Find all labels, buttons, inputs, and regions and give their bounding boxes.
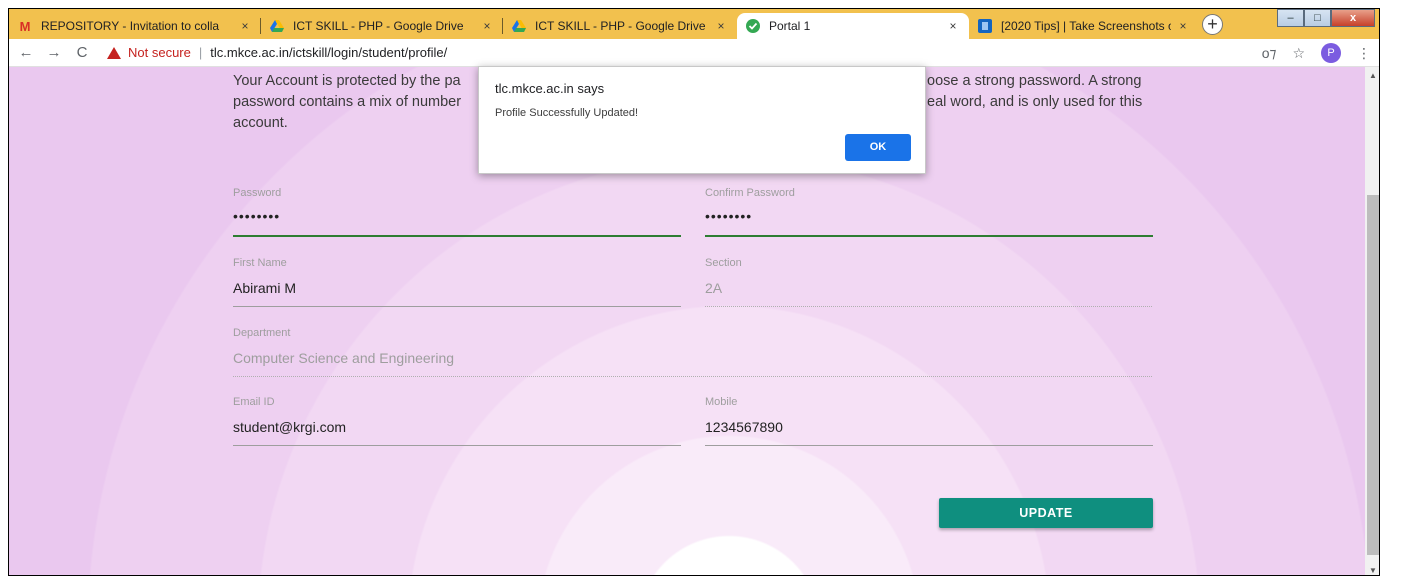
notice-line1-right: oose a strong password. A strong (927, 73, 1142, 89)
site-icon (977, 18, 993, 34)
dialog-message: Profile Successfully Updated! (495, 107, 639, 119)
section-underline (705, 306, 1153, 307)
ok-button[interactable]: OK (845, 134, 911, 161)
tab-label: ICT SKILL - PHP - Google Drive (535, 19, 706, 33)
password-field[interactable]: Password •••••••• (233, 187, 681, 247)
security-indicator[interactable]: Not secure | (107, 45, 210, 60)
email-underline (233, 445, 681, 446)
close-icon[interactable]: × (237, 19, 253, 33)
confirm-password-underline (705, 235, 1153, 237)
google-drive-icon (269, 18, 285, 34)
section-value: 2A (705, 280, 723, 296)
check-circle-icon (745, 18, 761, 34)
window-controls: – □ x (1277, 9, 1375, 27)
scroll-up-icon[interactable]: ▲ (1369, 71, 1377, 80)
alert-dialog: tlc.mkce.ac.in says Profile Successfully… (478, 66, 926, 174)
key-icon[interactable]: o⁊ (1262, 45, 1277, 62)
section-label: Section (705, 257, 742, 269)
first-name-value[interactable]: Abirami M (233, 280, 296, 296)
page-scrollbar[interactable]: ▲ ▼ (1365, 67, 1379, 575)
notice-line1-left: Your Account is protected by the pa (233, 73, 461, 89)
first-name-field[interactable]: First Name Abirami M (233, 257, 681, 317)
notice-line2-left: password contains a mix of number (233, 94, 462, 110)
url-separator: | (198, 45, 203, 60)
gmail-icon: M (19, 18, 31, 34)
email-value[interactable]: student@krgi.com (233, 419, 346, 435)
password-value[interactable]: •••••••• (233, 208, 280, 224)
tab-screenshots[interactable]: [2020 Tips] | Take Screenshots o × (969, 13, 1199, 39)
reload-icon[interactable]: C (71, 44, 93, 61)
email-label: Email ID (233, 396, 275, 408)
google-drive-icon (511, 18, 527, 34)
browser-toolbar: ← → C Not secure | tlc.mkce.ac.in/ictski… (9, 39, 1379, 67)
department-value: Computer Science and Engineering (233, 350, 455, 366)
tab-label: [2020 Tips] | Take Screenshots o (1001, 19, 1171, 33)
department-underline (233, 376, 1153, 377)
scroll-down-icon[interactable]: ▼ (1369, 566, 1377, 575)
close-icon[interactable]: × (713, 19, 729, 33)
dialog-title: tlc.mkce.ac.in says (495, 81, 605, 96)
first-name-underline (233, 306, 681, 307)
back-arrow-icon[interactable]: ← (15, 44, 37, 61)
window-close-button[interactable]: x (1331, 9, 1375, 27)
tab-drive-1[interactable]: ICT SKILL - PHP - Google Drive × (261, 13, 503, 39)
warning-icon (107, 46, 121, 59)
first-name-label: First Name (233, 257, 287, 269)
notice-line2-right: eal word, and is only used for this (927, 94, 1143, 110)
address-bar[interactable]: tlc.mkce.ac.in/ictskill/login/student/pr… (210, 45, 447, 60)
update-button[interactable]: UPDATE (939, 498, 1153, 528)
new-tab-button[interactable]: + (1202, 14, 1223, 35)
close-icon[interactable]: × (1175, 19, 1191, 33)
password-label: Password (233, 187, 282, 199)
tab-gmail[interactable]: M REPOSITORY - Invitation to colla × (9, 13, 261, 39)
email-field[interactable]: Email ID student@krgi.com (233, 396, 681, 456)
scroll-thumb[interactable] (1367, 195, 1379, 555)
security-label: Not secure (128, 45, 191, 60)
confirm-password-field[interactable]: Confirm Password •••••••• (705, 187, 1153, 247)
confirm-password-label: Confirm Password (705, 187, 795, 199)
mobile-field[interactable]: Mobile 1234567890 (705, 396, 1153, 456)
maximize-button[interactable]: □ (1304, 9, 1331, 27)
forward-arrow-icon[interactable]: → (43, 44, 65, 61)
department-field: Department Computer Science and Engineer… (233, 327, 1153, 387)
mobile-underline (705, 445, 1153, 446)
menu-icon[interactable]: ⋮ (1357, 45, 1371, 62)
section-field: Section 2A (705, 257, 1153, 317)
tab-strip: M REPOSITORY - Invitation to colla × ICT… (9, 9, 1379, 39)
close-icon[interactable]: × (945, 19, 961, 33)
close-icon[interactable]: × (479, 19, 495, 33)
confirm-password-value[interactable]: •••••••• (705, 208, 752, 224)
toolbar-actions: o⁊ ☆ P ⋮ (1262, 43, 1371, 63)
tab-label: ICT SKILL - PHP - Google Drive (293, 19, 464, 33)
tab-drive-2[interactable]: ICT SKILL - PHP - Google Drive × (503, 13, 737, 39)
browser-window: M REPOSITORY - Invitation to colla × ICT… (8, 8, 1380, 576)
profile-avatar[interactable]: P (1321, 43, 1341, 63)
department-label: Department (233, 327, 291, 339)
star-icon[interactable]: ☆ (1292, 45, 1305, 62)
tab-label: REPOSITORY - Invitation to colla (41, 19, 220, 33)
minimize-button[interactable]: – (1277, 9, 1304, 27)
tab-portal[interactable]: Portal 1 × (737, 13, 969, 39)
mobile-value[interactable]: 1234567890 (705, 419, 783, 435)
tab-label: Portal 1 (769, 19, 811, 33)
password-underline (233, 235, 681, 237)
mobile-label: Mobile (705, 396, 738, 408)
